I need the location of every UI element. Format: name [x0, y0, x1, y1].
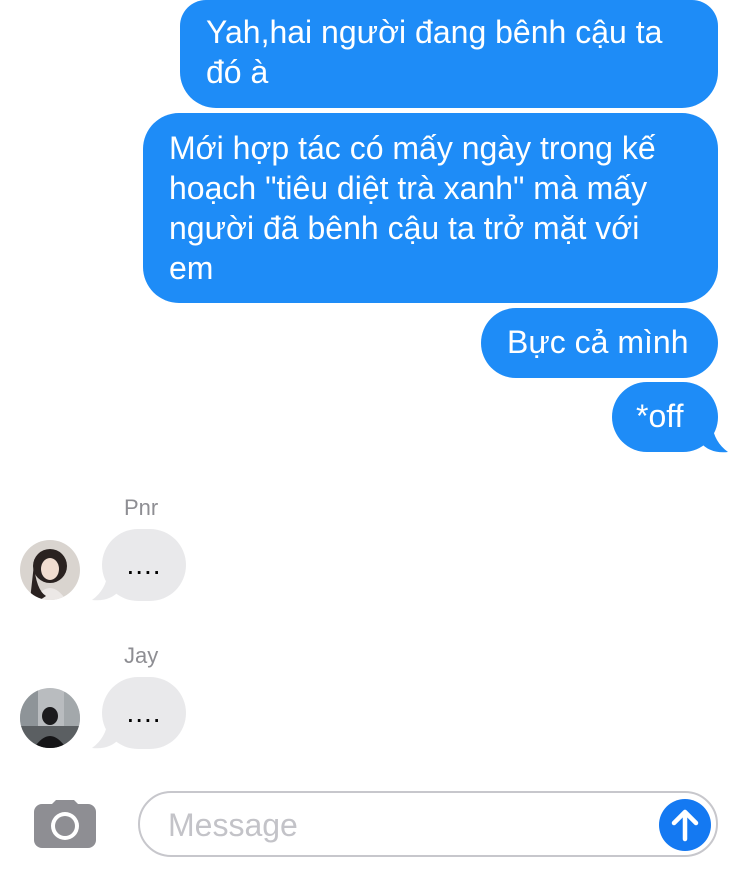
- outgoing-message[interactable]: Mới hợp tác có mấy ngày trong kế hoạch "…: [143, 113, 718, 303]
- avatar-photo: [20, 688, 80, 748]
- message-placeholder: Message: [168, 807, 298, 843]
- message-input[interactable]: Message: [138, 791, 718, 857]
- message-text: ....: [126, 549, 162, 580]
- camera-icon[interactable]: [32, 800, 98, 850]
- incoming-message[interactable]: ....: [102, 529, 186, 601]
- arrow-up-icon: [671, 809, 699, 842]
- sender-name: Jay: [124, 643, 159, 668]
- avatar[interactable]: [20, 688, 80, 748]
- incoming-message[interactable]: ....: [102, 677, 186, 749]
- send-button[interactable]: [659, 799, 711, 851]
- avatar[interactable]: [20, 540, 80, 600]
- outgoing-message[interactable]: Bực cả mình: [481, 308, 718, 378]
- bubble-tail: [700, 424, 728, 453]
- message-text: Mới hợp tác có mấy ngày trong kế hoạch "…: [169, 130, 656, 286]
- message-text: Bực cả mình: [507, 324, 689, 360]
- message-text: Yah,hai người đang bênh cậu ta đó à: [206, 14, 663, 90]
- sender-name: Pnr: [124, 495, 159, 520]
- message-text: *off: [636, 398, 684, 434]
- outgoing-message[interactable]: Yah,hai người đang bênh cậu ta đó à: [180, 0, 718, 108]
- message-text: ....: [126, 697, 162, 728]
- avatar-photo: [20, 540, 80, 600]
